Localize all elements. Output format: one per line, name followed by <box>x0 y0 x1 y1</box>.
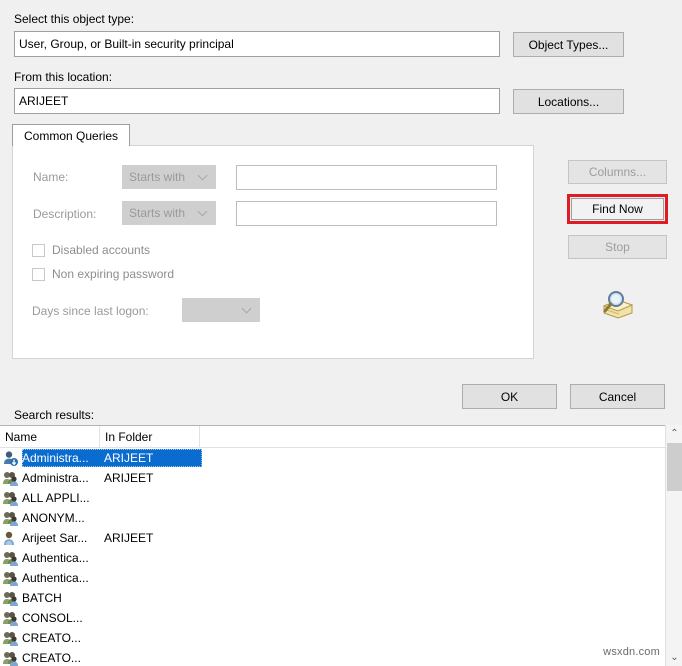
cancel-button[interactable]: Cancel <box>570 384 665 409</box>
cell-name: Arijeet Sar... <box>22 531 88 545</box>
column-header-filler <box>200 426 682 448</box>
cell-name: CONSOL... <box>22 611 83 625</box>
find-now-button[interactable]: Find Now <box>571 198 664 220</box>
days-since-last-logon-label: Days since last logon: <box>32 304 149 318</box>
group-icon <box>2 510 19 526</box>
disabled-accounts-checkbox-row[interactable]: Disabled accounts <box>32 243 150 257</box>
cell-name: Administra... <box>22 451 89 465</box>
scroll-down-arrow-icon[interactable]: ⌄ <box>666 649 682 666</box>
days-since-last-logon-select[interactable] <box>182 298 260 322</box>
table-row[interactable]: BATCH <box>0 588 682 608</box>
search-results-list[interactable]: Name In Folder Administra... ARIJEET Admin… <box>0 425 682 666</box>
location-field[interactable]: ARIJEET <box>14 88 500 114</box>
list-body: Administra... ARIJEET Administra... ARIJEET… <box>0 448 682 666</box>
cell-name: Authentica... <box>22 571 89 585</box>
table-row[interactable]: CONSOL... <box>0 608 682 628</box>
group-icon <box>2 590 19 606</box>
location-value: ARIJEET <box>19 94 69 108</box>
group-icon <box>2 490 19 506</box>
disabled-accounts-checkbox[interactable] <box>32 243 45 257</box>
name-operator-value: Starts with <box>129 170 186 184</box>
table-row[interactable]: ANONYM... <box>0 508 682 528</box>
non-expiring-password-checkbox[interactable] <box>32 267 45 281</box>
cell-name: BATCH <box>22 591 62 605</box>
non-expiring-password-checkbox-row[interactable]: Non expiring password <box>32 267 174 281</box>
list-header: Name In Folder <box>0 426 682 448</box>
tab-common-queries[interactable]: Common Queries <box>12 124 131 146</box>
group-icon <box>2 610 19 626</box>
description-operator-select[interactable]: Starts with <box>122 201 216 225</box>
cell-in-folder: ARIJEET <box>104 531 154 545</box>
table-row[interactable]: CREATO... <box>0 628 682 648</box>
description-input[interactable] <box>236 201 497 226</box>
name-operator-select[interactable]: Starts with <box>122 165 216 189</box>
user-icon <box>2 530 19 546</box>
locations-button[interactable]: Locations... <box>513 89 624 114</box>
scrollbar-thumb[interactable] <box>667 443 682 491</box>
columns-button[interactable]: Columns... <box>568 160 667 184</box>
table-row[interactable]: Arijeet Sar... ARIJEET <box>0 528 682 548</box>
scroll-up-arrow-icon[interactable]: ⌃ <box>666 425 682 442</box>
cell-name: ALL APPLI... <box>22 491 90 505</box>
table-row[interactable]: Authentica... <box>0 548 682 568</box>
disabled-accounts-label: Disabled accounts <box>52 243 151 257</box>
results-scrollbar[interactable]: ⌃ ⌄ <box>665 425 682 666</box>
object-type-field[interactable]: User, Group, or Built-in security princi… <box>14 31 500 57</box>
cell-name: ANONYM... <box>22 511 85 525</box>
object-types-button[interactable]: Object Types... <box>513 32 624 57</box>
group-icon <box>2 550 19 566</box>
cell-name: Administra... <box>22 471 89 485</box>
table-row[interactable]: CREATO... <box>0 648 682 666</box>
group-icon <box>2 470 19 486</box>
table-row[interactable]: Authentica... <box>0 568 682 588</box>
object-type-value: User, Group, or Built-in security princi… <box>19 37 234 51</box>
description-operator-value: Starts with <box>129 206 186 220</box>
stop-button[interactable]: Stop <box>568 235 667 259</box>
object-type-label: Select this object type: <box>14 12 135 26</box>
chevron-down-icon <box>199 172 207 180</box>
group-icon <box>2 650 19 666</box>
description-label: Description: <box>33 207 97 221</box>
name-input[interactable] <box>236 165 497 190</box>
ok-button[interactable]: OK <box>462 384 557 409</box>
select-users-or-groups-dialog: Select this object type: User, Group, or… <box>0 0 682 666</box>
non-expiring-password-label: Non expiring password <box>52 267 175 281</box>
search-folder-icon <box>598 288 636 320</box>
chevron-down-icon <box>243 305 251 313</box>
cell-name: CREATO... <box>22 631 81 645</box>
column-header-name[interactable]: Name <box>0 426 100 448</box>
user-key-icon <box>2 450 19 466</box>
chevron-down-icon <box>199 208 207 216</box>
cell-name: CREATO... <box>22 651 81 665</box>
cell-in-folder: ARIJEET <box>104 451 154 465</box>
search-results-label: Search results: <box>14 408 95 422</box>
table-row[interactable]: Administra... ARIJEET <box>0 468 682 488</box>
name-label: Name: <box>33 170 69 184</box>
from-this-location-label: From this location: <box>14 70 113 84</box>
table-row[interactable]: Administra... ARIJEET <box>0 448 682 468</box>
group-icon <box>2 570 19 586</box>
cell-name: Authentica... <box>22 551 89 565</box>
column-header-in-folder[interactable]: In Folder <box>100 426 200 448</box>
watermark: wsxdn.com <box>603 646 660 658</box>
group-icon <box>2 630 19 646</box>
cell-in-folder: ARIJEET <box>104 471 154 485</box>
table-row[interactable]: ALL APPLI... <box>0 488 682 508</box>
